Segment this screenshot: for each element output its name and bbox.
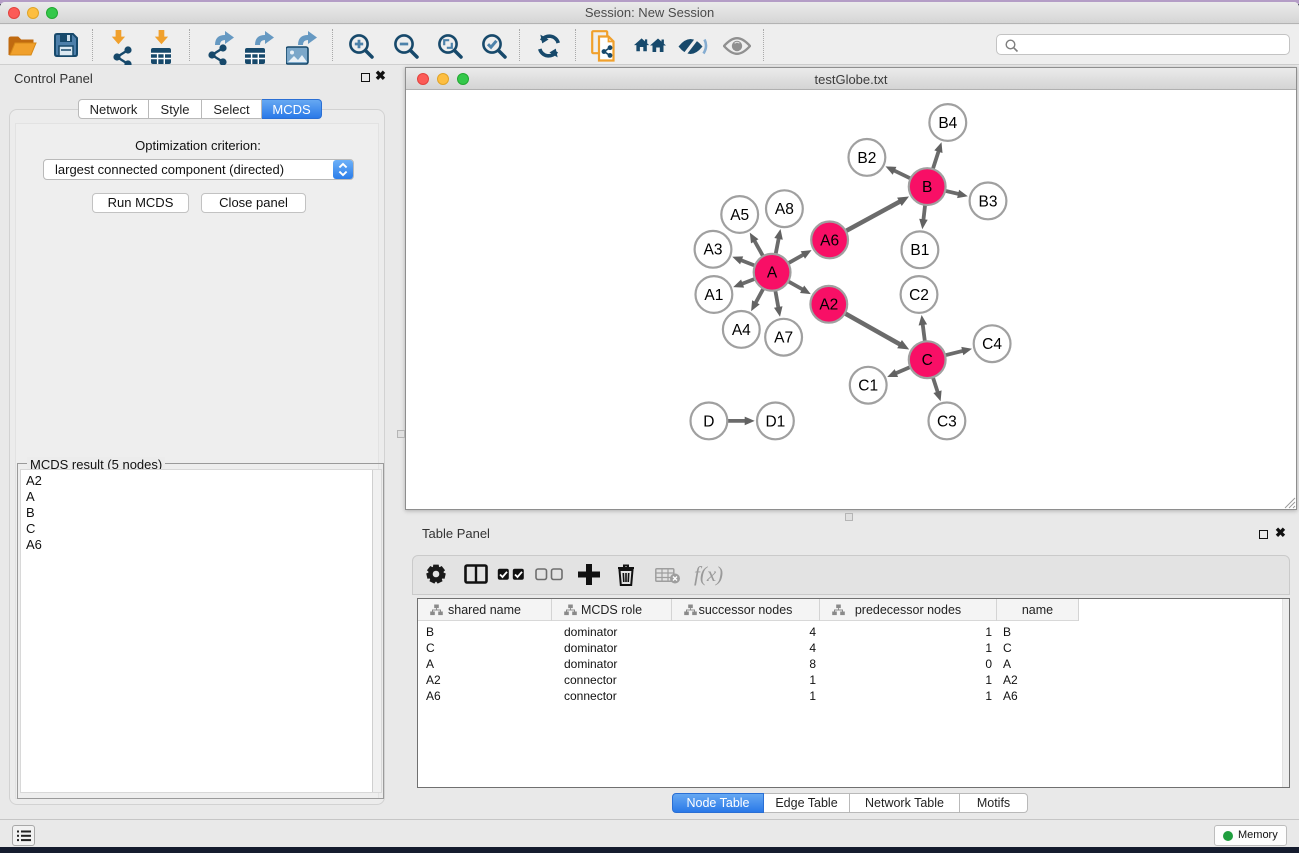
svg-text:C1: C1 (858, 378, 878, 395)
svg-text:D1: D1 (765, 413, 785, 430)
svg-text:B1: B1 (910, 242, 929, 259)
svg-text:B: B (922, 179, 932, 196)
svg-text:A6: A6 (820, 232, 839, 249)
svg-text:D: D (703, 413, 714, 430)
svg-text:C: C (922, 352, 933, 369)
svg-text:A5: A5 (730, 207, 749, 224)
svg-text:A7: A7 (774, 330, 793, 347)
svg-text:A1: A1 (704, 287, 723, 304)
svg-text:B4: B4 (938, 115, 957, 132)
svg-text:C4: C4 (982, 336, 1002, 353)
svg-text:B3: B3 (979, 193, 998, 210)
svg-text:C3: C3 (937, 413, 957, 430)
svg-text:B2: B2 (857, 150, 876, 167)
svg-text:A8: A8 (775, 201, 794, 218)
svg-text:A4: A4 (732, 322, 751, 339)
svg-text:A: A (767, 265, 778, 282)
svg-text:C2: C2 (909, 287, 929, 304)
svg-text:A2: A2 (819, 297, 838, 314)
svg-text:A3: A3 (704, 242, 723, 259)
